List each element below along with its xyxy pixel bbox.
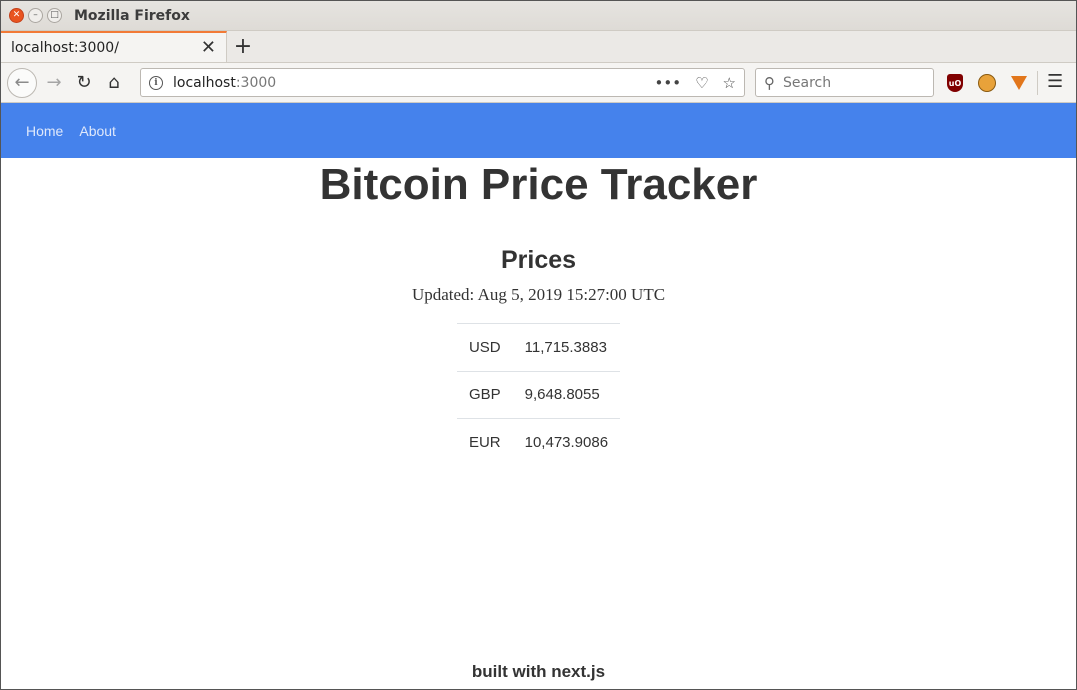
- nav-link-home[interactable]: Home: [26, 123, 63, 139]
- metamask-extension-icon[interactable]: [1009, 73, 1029, 93]
- currency-code: EUR: [456, 418, 513, 466]
- ublock-shield-icon: uO: [947, 74, 963, 92]
- monkey-face-icon: [978, 74, 996, 92]
- currency-rate: 11,715.3883: [512, 323, 621, 371]
- tampermonkey-extension-icon[interactable]: [977, 73, 997, 93]
- table-row: EUR 10,473.9086: [456, 418, 621, 466]
- search-icon: ⚲: [764, 73, 775, 92]
- ublock-extension-icon[interactable]: uO: [945, 73, 965, 93]
- window-maximize-button[interactable]: □: [47, 8, 62, 23]
- currency-rate: 9,648.8055: [512, 370, 621, 419]
- toolbar-separator: [1037, 71, 1038, 95]
- back-button[interactable]: ←: [7, 67, 37, 98]
- url-bar[interactable]: i localhost:3000 ••• ♡ ☆: [140, 68, 745, 97]
- fox-icon: [1011, 76, 1027, 90]
- prices-heading: Prices: [500, 246, 577, 274]
- title-bar: ✕ – □ Mozilla Firefox: [1, 1, 1076, 31]
- window-title: Mozilla Firefox: [74, 7, 190, 24]
- table-row: USD 11,715.3883: [456, 323, 621, 371]
- tab-label: localhost:3000/: [11, 39, 119, 56]
- navigation-toolbar: ← → ↻ ⌂ i localhost:3000 ••• ♡ ☆ ⚲ Searc…: [1, 63, 1076, 103]
- table-row: GBP 9,648.8055: [456, 370, 621, 419]
- site-navbar: Home About: [1, 103, 1076, 158]
- reload-button[interactable]: ↻: [69, 68, 99, 98]
- search-placeholder: Search: [783, 74, 832, 91]
- url-host: localhost: [173, 74, 236, 91]
- nav-link-about[interactable]: About: [79, 123, 116, 139]
- window-minimize-button[interactable]: –: [28, 8, 43, 23]
- page-content: Home About Bitcoin Price Tracker Prices …: [1, 103, 1076, 689]
- tab-strip: localhost:3000/ ✕ +: [1, 31, 1076, 63]
- new-tab-button[interactable]: +: [227, 31, 259, 62]
- window-close-button[interactable]: ✕: [9, 8, 24, 23]
- bookmark-star-icon[interactable]: ☆: [723, 74, 736, 92]
- pocket-icon[interactable]: ♡: [695, 74, 708, 92]
- home-button[interactable]: ⌂: [99, 68, 129, 98]
- tab-localhost[interactable]: localhost:3000/ ✕: [1, 31, 227, 62]
- currency-code: USD: [456, 323, 513, 371]
- prices-table: USD 11,715.3883 GBP 9,648.8055 EUR 10,47…: [456, 323, 621, 466]
- forward-button[interactable]: →: [39, 68, 69, 98]
- browser-window: ✕ – □ Mozilla Firefox localhost:3000/ ✕ …: [0, 0, 1077, 690]
- site-info-icon[interactable]: i: [149, 75, 163, 90]
- hamburger-menu-icon[interactable]: ☰: [1047, 71, 1063, 92]
- currency-rate: 10,473.9086: [512, 418, 621, 466]
- footer-text: built with next.js: [471, 662, 606, 681]
- currency-code: GBP: [456, 370, 513, 419]
- url-bar-actions: ••• ♡ ☆: [655, 74, 736, 92]
- page-actions-icon[interactable]: •••: [655, 74, 682, 92]
- page-title: Bitcoin Price Tracker: [319, 160, 758, 209]
- search-input[interactable]: ⚲ Search: [755, 68, 934, 97]
- tab-close-icon[interactable]: ✕: [201, 38, 216, 57]
- url-port: :3000: [235, 74, 277, 91]
- updated-timestamp: Updated: Aug 5, 2019 15:27:00 UTC: [411, 285, 666, 304]
